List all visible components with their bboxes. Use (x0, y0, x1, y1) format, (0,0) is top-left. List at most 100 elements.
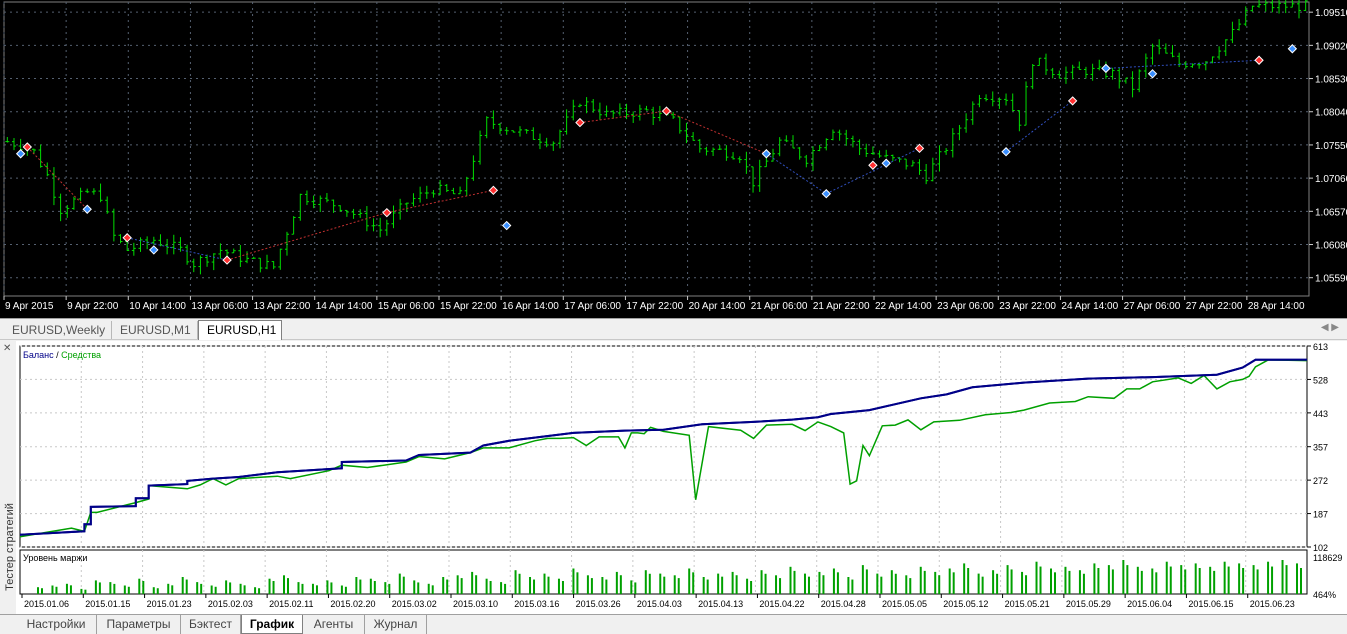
tester-x-tick-label: 2015.03.16 (514, 599, 559, 609)
price-x-tick-label: 14 Apr 14:00 (316, 301, 373, 312)
balance-y-tick-label: 272 (1313, 476, 1328, 486)
tester-x-tick-label: 2015.01.15 (85, 599, 130, 609)
tester-x-tick-label: 2015.05.29 (1066, 599, 1111, 609)
balance-y-tick-label: 443 (1313, 409, 1328, 419)
tester-x-tick-label: 2015.02.20 (330, 599, 375, 609)
sell-arrow-icon (488, 185, 499, 196)
trade-connector-line (226, 212, 387, 261)
sell-arrow-icon (22, 142, 33, 152)
trade-marker-diamond (881, 158, 891, 168)
tab-journal[interactable]: Журнал (365, 615, 427, 634)
price-x-tick-label: 16 Apr 14:00 (502, 301, 559, 312)
trade-marker-diamond (15, 149, 26, 159)
price-x-tick-label: 17 Apr 22:00 (626, 301, 683, 312)
sell-arrow-icon (868, 160, 878, 170)
chart-tab-eurusd-weekly[interactable]: EURUSD,Weekly (4, 321, 112, 339)
buy-arrow-icon (761, 149, 772, 159)
tester-side-label: Тестер стратегий (4, 503, 16, 591)
balance-y-tick-label: 613 (1313, 342, 1328, 352)
trade-marker-diamond (122, 233, 132, 243)
legend-equity: Средства (61, 350, 101, 360)
margin-title: Уровень маржи (23, 553, 87, 563)
tab-graph[interactable]: График (241, 615, 303, 634)
tester-side-strip: ✕ Тестер стратегий (0, 341, 17, 614)
tab-settings[interactable]: Настройки (16, 615, 97, 634)
price-x-tick-label: 9 Apr 2015 (5, 301, 54, 312)
sell-arrow-icon (661, 106, 672, 116)
buy-arrow-icon (1101, 63, 1111, 74)
price-x-tick-label: 22 Apr 14:00 (875, 301, 932, 312)
trade-marker-diamond (222, 255, 232, 265)
trade-marker-diamond (1254, 55, 1264, 65)
tester-x-tick-label: 2015.04.13 (698, 599, 743, 609)
sell-arrow-icon (382, 207, 392, 218)
balance-legend: Баланс / Средства (23, 350, 101, 360)
price-x-tick-label: 23 Apr 06:00 (937, 301, 994, 312)
trade-marker-diamond (488, 185, 499, 196)
buy-arrow-icon (1287, 44, 1298, 54)
buy-arrow-icon (82, 204, 92, 214)
balance-y-tick-label: 102 (1313, 543, 1328, 553)
price-chart-svg[interactable]: 1.09510 1.09020 1.08530 1.08040 1.07550 1.070… (0, 0, 1347, 318)
balance-y-tick-label: 187 (1313, 510, 1328, 520)
tester-x-tick-label: 2015.01.23 (147, 599, 192, 609)
sell-arrow-icon (914, 143, 925, 154)
trade-marker-diamond (1287, 44, 1298, 54)
trade-marker-diamond (382, 207, 392, 218)
price-y-tick-label: 1.07550 (1315, 141, 1347, 152)
sell-arrow-icon (222, 255, 232, 265)
buy-arrow-icon (15, 149, 26, 159)
tester-x-tick-label: 2015.02.03 (208, 599, 253, 609)
trade-marker-diamond (1001, 147, 1011, 157)
buy-arrow-icon (1147, 69, 1158, 79)
sell-arrow-icon (575, 117, 585, 128)
sell-arrow-icon (122, 233, 132, 243)
tab-agents[interactable]: Агенты (303, 615, 365, 634)
trade-connector-line (766, 153, 827, 195)
trade-marker-diamond (82, 204, 92, 214)
trade-marker-diamond (1067, 96, 1078, 106)
price-x-tick-label: 13 Apr 06:00 (191, 301, 248, 312)
price-x-tick-label: 17 Apr 06:00 (564, 301, 621, 312)
buy-arrow-icon (881, 158, 891, 168)
tester-tab-bar: Настройки Параметры Бэктест График Агент… (0, 614, 1347, 634)
chart-tab-eurusd-m1[interactable]: EURUSD,M1 (112, 321, 198, 339)
legend-separator: / (54, 350, 62, 360)
price-y-tick-label: 1.06080 (1315, 241, 1347, 252)
chart-tab-bar: EURUSD,Weekly EURUSD,M1 EURUSD,H1 ◀ ▶ (0, 318, 1347, 340)
price-y-tick-label: 1.06570 (1315, 207, 1347, 218)
price-y-tick-label: 1.07060 (1315, 174, 1347, 185)
chart-tab-eurusd-h1[interactable]: EURUSD,H1 (198, 320, 282, 340)
tester-graph-svg: 613 528 443 357 272 187 102 Баланс / Средства Ур… (19, 342, 1342, 609)
balance-y-tick-label: 357 (1313, 443, 1328, 453)
trade-connector-line (666, 110, 767, 155)
margin-y-tick-label: 464% (1313, 590, 1336, 600)
trade-marker-diamond (821, 189, 831, 199)
trade-marker-diamond (149, 245, 159, 255)
tester-x-tick-label: 2015.05.12 (943, 599, 988, 609)
price-x-tick-label: 23 Apr 22:00 (999, 301, 1056, 312)
trade-marker-diamond (575, 117, 585, 128)
price-x-tick-label: 27 Apr 22:00 (1186, 301, 1243, 312)
tab-parameters[interactable]: Параметры (97, 615, 181, 634)
price-x-tick-label: 15 Apr 22:00 (440, 301, 497, 312)
price-x-tick-label: 21 Apr 22:00 (813, 301, 870, 312)
close-icon[interactable]: ✕ (3, 343, 11, 354)
buy-arrow-icon (149, 245, 159, 255)
price-x-tick-label: 27 Apr 06:00 (1124, 301, 1181, 312)
trade-marker-diamond (661, 106, 672, 116)
tabs-scroll-arrows[interactable]: ◀ ▶ (1321, 322, 1339, 333)
price-y-tick-label: 1.05590 (1315, 274, 1347, 285)
tester-graph-area: 613 528 443 357 272 187 102 Баланс / Средства Ур… (16, 341, 1347, 614)
tab-backtest[interactable]: Бэктест (181, 615, 241, 634)
buy-arrow-icon (821, 189, 831, 199)
trade-marker-diamond (914, 143, 925, 154)
trade-marker-diamond (22, 142, 33, 152)
trade-connector-line (1105, 59, 1260, 69)
legend-balance: Баланс (23, 350, 54, 360)
price-x-tick-label: 28 Apr 14:00 (1248, 301, 1305, 312)
tester-x-tick-label: 2015.06.23 (1250, 599, 1295, 609)
price-chart-panel[interactable]: 1.09510 1.09020 1.08530 1.08040 1.07550 1.070… (0, 0, 1347, 318)
price-x-tick-label: 9 Apr 22:00 (67, 301, 119, 312)
buy-arrow-icon (501, 220, 512, 231)
